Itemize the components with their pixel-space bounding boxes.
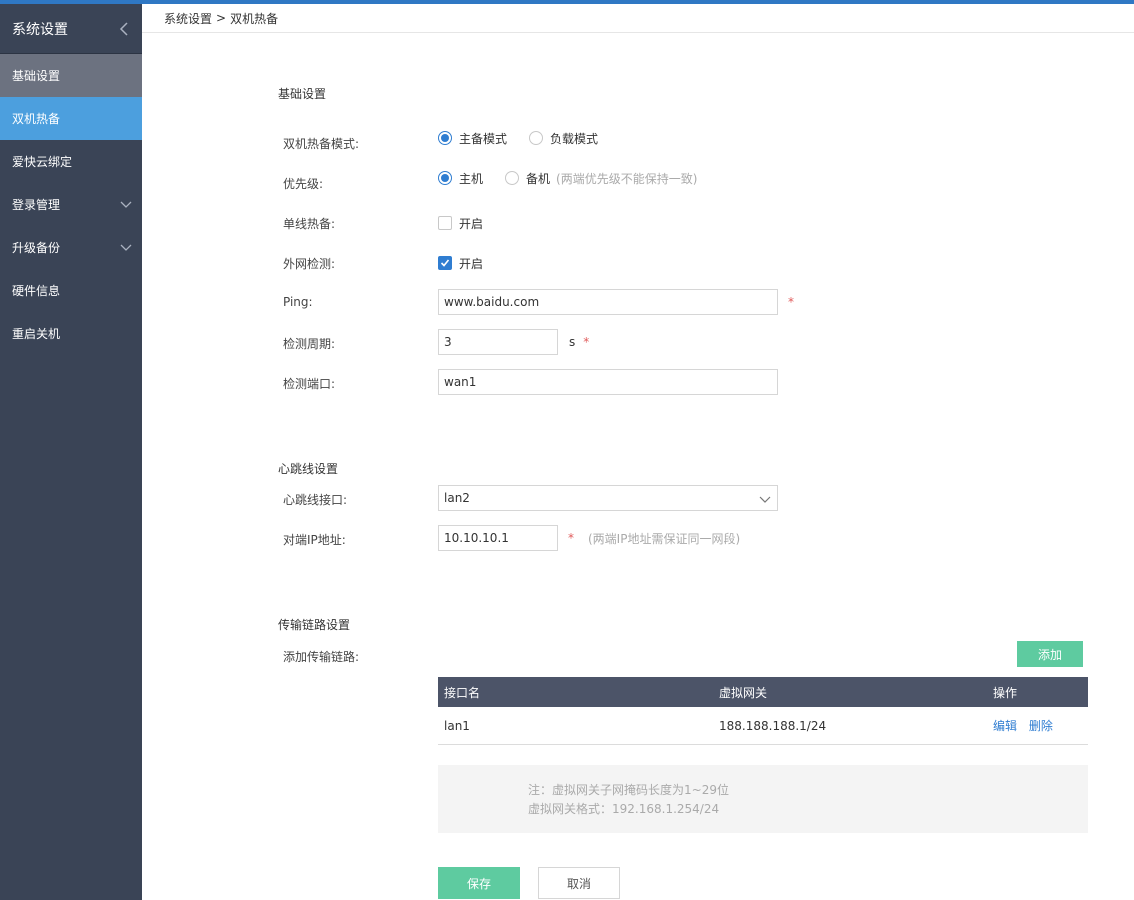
checkbox-label: 开启 xyxy=(459,256,484,271)
breadcrumb-parent[interactable]: 系统设置 xyxy=(164,10,212,27)
collapse-icon[interactable] xyxy=(118,20,130,38)
radio-label: 负载模式 xyxy=(550,131,599,146)
breadcrumb: 系统设置 > 双机热备 xyxy=(142,4,1134,33)
period-input[interactable] xyxy=(438,329,558,355)
gateway-note: 注：虚拟网关子网掩码长度为1~29位 虚拟网关格式：192.168.1.254/… xyxy=(438,765,1088,833)
note-line: 注：虚拟网关子网掩码长度为1~29位 xyxy=(528,783,729,797)
heartbeat-interface-label: 心跳线接口: xyxy=(283,493,348,507)
wan-check-checkbox[interactable] xyxy=(438,256,452,270)
breadcrumb-current: 双机热备 xyxy=(230,11,279,26)
sidebar-item-upgrade-backup[interactable]: 升级备份 xyxy=(0,226,142,269)
port-input[interactable] xyxy=(438,369,778,395)
sidebar-item-cloud-binding[interactable]: 爱快云绑定 xyxy=(0,140,142,183)
select-value: lan2 xyxy=(444,491,470,505)
sidebar-header: 系统设置 xyxy=(0,4,142,54)
mode-radio-group: 主备模式 负载模式 xyxy=(438,130,620,146)
section-title-basic: 基础设置 xyxy=(278,87,327,101)
cell-virtual-gateway: 188.188.188.1/24 xyxy=(719,718,827,733)
ping-row: * xyxy=(438,289,794,315)
priority-hint: (两端优先级不能保持一致) xyxy=(556,171,698,186)
save-button[interactable]: 保存 xyxy=(438,867,520,899)
sidebar-item-reboot-shutdown[interactable]: 重启关机 xyxy=(0,312,142,355)
sidebar-item-hot-standby[interactable]: 双机热备 xyxy=(0,97,142,140)
checkmark-icon xyxy=(440,259,450,267)
sidebar-item-label: 硬件信息 xyxy=(12,284,61,298)
period-unit: s xyxy=(569,335,576,349)
ping-input[interactable] xyxy=(438,289,778,315)
priority-label: 优先级: xyxy=(283,177,324,191)
add-transport-label: 添加传输链路: xyxy=(283,650,360,664)
peer-ip-label: 对端IP地址: xyxy=(283,533,346,547)
radio-label: 主机 xyxy=(459,171,484,186)
edit-link[interactable]: 编辑 xyxy=(993,719,1017,733)
sidebar-item-label: 重启关机 xyxy=(12,327,61,341)
radio-option-master[interactable]: 主机 xyxy=(438,170,483,187)
radio-label: 主备模式 xyxy=(459,131,508,146)
cancel-button[interactable]: 取消 xyxy=(538,867,620,899)
column-header-actions: 操作 xyxy=(993,685,1018,700)
sidebar-item-label: 登录管理 xyxy=(12,198,61,212)
chevron-down-icon xyxy=(120,201,132,208)
radio-label: 备机 xyxy=(526,171,551,186)
mode-label: 双机热备模式: xyxy=(283,137,360,151)
note-line: 虚拟网关格式：192.168.1.254/24 xyxy=(528,802,720,816)
peer-ip-input[interactable] xyxy=(438,525,558,551)
transport-table: 接口名 虚拟网关 操作 lan1 188.188.188.1/24 编辑 删除 xyxy=(438,677,1088,745)
radio-button-checked[interactable] xyxy=(438,171,452,185)
cell-interface-name: lan1 xyxy=(444,718,470,733)
single-line-label: 单线热备: xyxy=(283,217,336,231)
port-row xyxy=(438,369,778,395)
section-title-heartbeat: 心跳线设置 xyxy=(278,462,339,476)
radio-option-active-standby[interactable]: 主备模式 xyxy=(438,130,507,147)
port-label: 检测端口: xyxy=(283,377,336,391)
table-row: lan1 188.188.188.1/24 编辑 删除 xyxy=(438,707,1088,745)
radio-button[interactable] xyxy=(505,171,520,185)
cell-actions: 编辑 删除 xyxy=(988,717,1088,734)
priority-radio-group: 主机 备机 (两端优先级不能保持一致) xyxy=(438,170,697,186)
chevron-down-icon xyxy=(120,244,132,251)
add-transport-button[interactable]: 添加 xyxy=(1017,641,1083,667)
radio-button-checked[interactable] xyxy=(438,131,452,145)
peer-ip-hint: (两端IP地址需保证同一网段) xyxy=(588,531,741,546)
wan-check-checkbox-row[interactable]: 开启 xyxy=(438,255,483,271)
sidebar-item-label: 爱快云绑定 xyxy=(12,155,73,169)
sidebar-item-hardware-info[interactable]: 硬件信息 xyxy=(0,269,142,312)
column-header-gateway: 虚拟网关 xyxy=(719,685,768,700)
required-mark: * xyxy=(568,531,574,545)
breadcrumb-separator: > xyxy=(216,11,227,25)
sidebar-item-label: 基础设置 xyxy=(12,69,61,83)
checkbox-label: 开启 xyxy=(459,216,484,231)
single-line-checkbox-row[interactable]: 开启 xyxy=(438,215,483,231)
table-header: 接口名 虚拟网关 操作 xyxy=(438,677,1088,707)
radio-option-backup[interactable]: 备机 xyxy=(505,170,550,187)
main-content: 基础设置 双机热备模式: 主备模式 负载模式 优先级: 主机 备机 (两端优先级… xyxy=(142,34,1134,900)
sidebar-item-label: 双机热备 xyxy=(12,112,61,126)
ping-label: Ping: xyxy=(283,295,313,309)
required-mark: * xyxy=(788,295,794,309)
period-row: s * xyxy=(438,329,589,355)
radio-button[interactable] xyxy=(529,131,544,145)
period-label: 检测周期: xyxy=(283,337,336,351)
sidebar-item-label: 升级备份 xyxy=(12,241,61,255)
delete-link[interactable]: 删除 xyxy=(1029,719,1053,733)
radio-option-load-balance[interactable]: 负载模式 xyxy=(529,130,598,147)
required-mark: * xyxy=(583,335,590,349)
sidebar: 系统设置 基础设置 双机热备 爱快云绑定 登录管理 升级备份 硬件信息 重启关机 xyxy=(0,4,142,900)
single-line-checkbox[interactable] xyxy=(438,216,452,230)
peer-ip-row: * (两端IP地址需保证同一网段) xyxy=(438,525,740,551)
sidebar-title: 系统设置 xyxy=(12,21,68,38)
sidebar-item-login-management[interactable]: 登录管理 xyxy=(0,183,142,226)
heartbeat-interface-select[interactable]: lan2 xyxy=(438,485,778,511)
wan-check-label: 外网检测: xyxy=(283,257,336,271)
chevron-down-icon xyxy=(759,496,771,503)
heartbeat-interface-row: lan2 xyxy=(438,485,778,511)
column-header-interface: 接口名 xyxy=(444,685,481,700)
sidebar-item-basic-settings[interactable]: 基础设置 xyxy=(0,54,142,97)
section-title-transport: 传输链路设置 xyxy=(278,618,351,632)
